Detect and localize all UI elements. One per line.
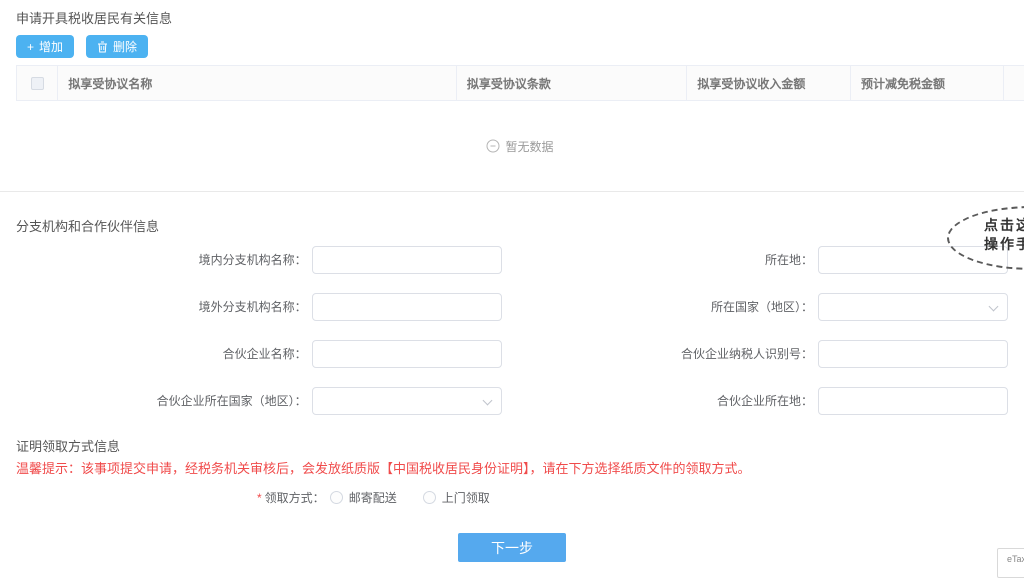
domestic-branch-name-label: 境内分支机构名称： (199, 251, 307, 268)
select-all-checkbox[interactable] (31, 77, 44, 90)
table-empty-state: 暂无数据 (16, 101, 1024, 191)
partnership-taxpayer-id-input[interactable] (818, 340, 1008, 368)
help-hint-text[interactable]: 点击这 操作手 (984, 216, 1024, 254)
column-header-treaty-name: 拟享受协议名称 (58, 66, 456, 100)
etax-label: eTax (1007, 554, 1024, 564)
partnership-country-select[interactable] (312, 387, 502, 415)
column-header-treaty-articles: 拟享受协议条款 (457, 66, 688, 100)
chevron-down-icon (482, 395, 492, 405)
add-button-label: 增加 (39, 38, 63, 55)
form-row: 合伙企业所在国家（地区）： 合伙企业所在地： (16, 377, 1008, 424)
overseas-branch-name-input[interactable] (312, 293, 502, 321)
pickup-method-label: 领取方式： (265, 489, 325, 506)
branch-section-title: 分支机构和合作伙伴信息 (16, 218, 1008, 236)
receipt-section-title: 证明领取方式信息 (16, 438, 1008, 456)
treaty-table-header-row: 拟享受协议名称 拟享受协议条款 拟享受协议收入金额 预计减免税金额 (16, 65, 1024, 101)
chevron-down-icon (989, 301, 999, 311)
partnership-name-input[interactable] (312, 340, 502, 368)
column-header-spacer (1004, 66, 1024, 100)
trash-icon (97, 41, 108, 53)
location-label: 所在地： (765, 251, 813, 268)
branch-form: 境内分支机构名称： 所在地： 境外分支机构名称： 所在国家（地区）： (16, 236, 1008, 424)
empty-data-icon (486, 139, 500, 153)
partnership-name-label: 合伙企业名称： (223, 345, 307, 362)
radio-mail-delivery[interactable]: 邮寄配送 (330, 489, 397, 506)
required-mark: * (257, 491, 262, 505)
treaty-table: 拟享受协议名称 拟享受协议条款 拟享受协议收入金额 预计减免税金额 暂无数据 (16, 65, 1024, 191)
domestic-branch-name-input[interactable] (312, 246, 502, 274)
overseas-branch-name-label: 境外分支机构名称： (199, 298, 307, 315)
radio-onsite-pickup-label: 上门领取 (442, 489, 490, 506)
etax-widget[interactable]: eTax (997, 548, 1024, 578)
add-button[interactable]: + 增加 (16, 35, 74, 58)
select-all-checkbox-cell (17, 66, 58, 100)
partnership-taxpayer-id-label: 合伙企业纳税人识别号： (681, 345, 813, 362)
radio-circle-icon (330, 491, 343, 504)
radio-onsite-pickup[interactable]: 上门领取 (423, 489, 490, 506)
help-hint-line1: 点击这 (984, 216, 1024, 235)
pickup-method-row: * 领取方式： 邮寄配送 上门领取 (16, 489, 1008, 506)
warning-text: 温馨提示：该事项提交申请，经税务机关审核后，会发放纸质版【中国税收居民身份证明】… (16, 459, 1008, 478)
delete-button[interactable]: 删除 (86, 35, 148, 58)
form-row: 境内分支机构名称： 所在地： (16, 236, 1008, 283)
column-header-treaty-income: 拟享受协议收入金额 (687, 66, 851, 100)
country-region-select[interactable] (818, 293, 1008, 321)
country-region-label: 所在国家（地区）： (711, 298, 813, 315)
radio-mail-delivery-label: 邮寄配送 (349, 489, 397, 506)
form-row: 境外分支机构名称： 所在国家（地区）： (16, 283, 1008, 330)
toolbar: + 增加 删除 (16, 35, 1008, 58)
plus-icon: + (27, 41, 34, 53)
page-title: 申请开具税收居民有关信息 (16, 10, 1008, 28)
partnership-location-input[interactable] (818, 387, 1008, 415)
empty-data-text: 暂无数据 (505, 138, 553, 155)
next-step-button[interactable]: 下一步 (458, 533, 566, 562)
help-hint-line2: 操作手 (984, 235, 1024, 254)
partnership-country-label: 合伙企业所在国家（地区）： (157, 392, 307, 409)
partnership-location-label: 合伙企业所在地： (717, 392, 813, 409)
column-header-estimated-tax-relief: 预计减免税金额 (851, 66, 1004, 100)
form-row: 合伙企业名称： 合伙企业纳税人识别号： (16, 330, 1008, 377)
delete-button-label: 删除 (113, 38, 137, 55)
section-divider (0, 191, 1024, 192)
radio-circle-icon (423, 491, 436, 504)
